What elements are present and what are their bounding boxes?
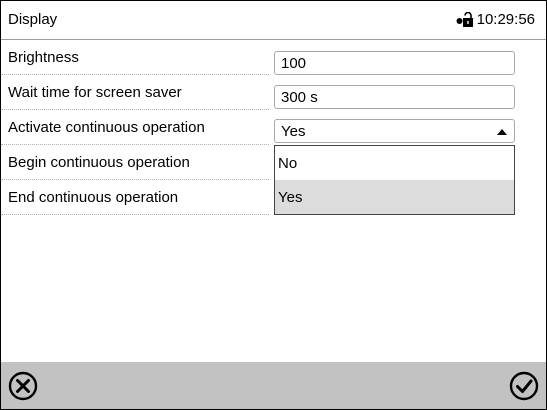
chevron-up-icon (497, 129, 507, 135)
dropdown-option-no[interactable]: No (275, 146, 514, 180)
screensaver-input[interactable]: 300 s (274, 85, 515, 109)
brightness-input[interactable]: 100 (274, 51, 515, 75)
header-status: 10:29:56 (456, 11, 535, 28)
setting-row-screensaver: Wait time for screen saver (1, 75, 269, 110)
screensaver-value: 300 s (281, 89, 318, 106)
setting-row-activate-continuous: Activate continuous operation (1, 110, 269, 145)
display-settings-screen: Display 10:29:56 Brightness 100 Wait tim… (0, 0, 547, 410)
confirm-button[interactable] (508, 370, 540, 402)
dropdown-list: No Yes (274, 145, 515, 215)
begin-continuous-label: Begin continuous operation (8, 154, 190, 171)
user-unlock-icon (456, 11, 473, 27)
header-bar: Display 10:29:56 (1, 1, 546, 40)
setting-row-brightness: Brightness (1, 40, 269, 75)
brightness-label: Brightness (8, 49, 79, 66)
activate-continuous-select[interactable]: Yes (274, 119, 515, 143)
dropdown-option-yes[interactable]: Yes (275, 180, 514, 214)
setting-row-end-continuous: End continuous operation (1, 180, 269, 215)
cancel-icon (8, 371, 38, 401)
clock-time: 10:29:56 (476, 11, 535, 28)
dropdown-option-label: No (278, 155, 298, 172)
footer-bar (1, 362, 546, 409)
page-title: Display (8, 11, 58, 28)
confirm-icon (509, 371, 539, 401)
cancel-button[interactable] (7, 370, 39, 402)
screensaver-label: Wait time for screen saver (8, 84, 182, 101)
dropdown-option-label: Yes (278, 189, 303, 206)
activate-continuous-value: Yes (281, 123, 306, 140)
end-continuous-label: End continuous operation (8, 189, 179, 206)
brightness-value: 100 (281, 55, 307, 72)
setting-row-begin-continuous: Begin continuous operation (1, 145, 269, 180)
activate-continuous-label: Activate continuous operation (8, 119, 205, 136)
